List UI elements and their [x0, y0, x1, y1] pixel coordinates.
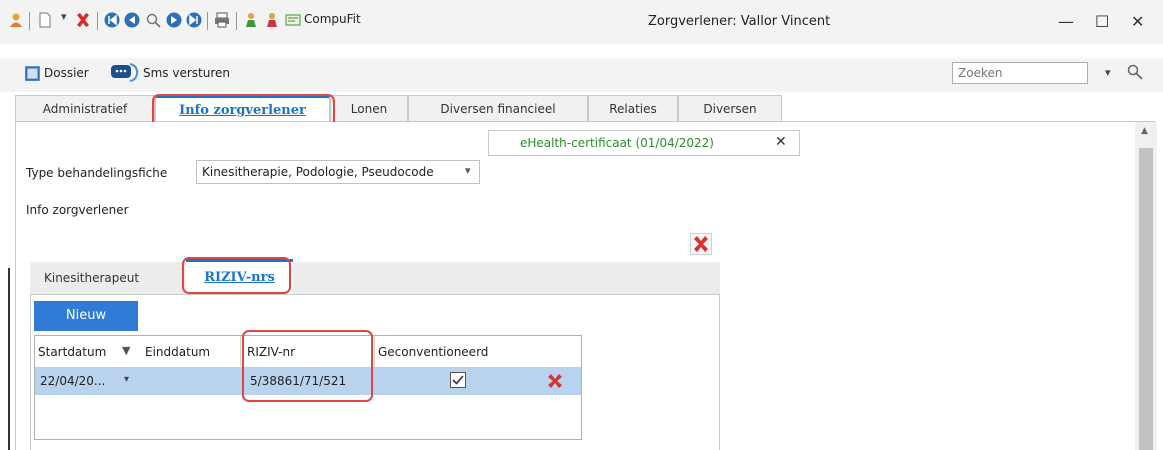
tab-administratief[interactable]: Administratief: [15, 95, 155, 121]
print-icon[interactable]: [214, 12, 230, 28]
first-record-icon[interactable]: [104, 12, 120, 28]
tab-diversen[interactable]: Diversen: [678, 95, 782, 121]
nieuw-button[interactable]: Nieuw: [34, 301, 138, 331]
compufit-label[interactable]: CompuFit: [304, 12, 361, 26]
ehealth-certificate-label[interactable]: eHealth-certificaat (01/04/2022): [520, 136, 714, 150]
scrollbar-thumb[interactable]: [1139, 148, 1153, 450]
search-input[interactable]: [952, 62, 1088, 84]
search-record-icon[interactable]: [145, 12, 161, 28]
highlight-box-riziv-tab: [182, 257, 291, 294]
delete-icon[interactable]: [75, 12, 91, 28]
ehealth-close-icon[interactable]: ✕: [775, 134, 787, 150]
sms-versturen-button[interactable]: Sms versturen: [143, 66, 230, 80]
tab-diversen-financieel[interactable]: Diversen financieel: [408, 95, 588, 121]
user-icon[interactable]: [8, 12, 24, 28]
minimize-button[interactable]: —: [1058, 12, 1074, 31]
tab-kinesitherapeut[interactable]: Kinesitherapeut: [44, 262, 139, 294]
delete-x-icon[interactable]: [690, 233, 712, 255]
toolbar-separator: [207, 12, 208, 30]
compufit-icon[interactable]: [285, 12, 301, 28]
previous-record-icon[interactable]: [124, 12, 140, 28]
type-behandelingsfiche-label: Type behandelingsfiche: [26, 166, 168, 180]
search-dropdown-chevron-icon[interactable]: ▾: [1105, 66, 1111, 79]
chevron-down-icon[interactable]: ▾: [61, 10, 67, 23]
last-record-icon[interactable]: [186, 12, 202, 28]
toolbar-separator: [97, 12, 98, 30]
toolbar-separator: [29, 12, 30, 30]
person-red-icon[interactable]: [264, 12, 280, 28]
title-bar: ▾ CompuFit Zorgverlener: Vallor Vincent …: [0, 0, 1163, 44]
tab-lonen[interactable]: Lonen: [330, 95, 408, 121]
close-window-button[interactable]: ✕: [1131, 12, 1144, 31]
type-behandelingsfiche-select[interactable]: Kinesitherapie, Podologie, Pseudocode ▾: [196, 160, 480, 184]
info-zorgverlener-label: Info zorgverlener: [26, 203, 129, 217]
dossier-button[interactable]: Dossier: [44, 66, 89, 80]
maximize-button[interactable]: ☐: [1095, 12, 1109, 31]
toolbar-separator: [236, 12, 237, 30]
chevron-down-icon[interactable]: ▾: [465, 164, 471, 177]
highlight-box-riziv-nr: [242, 330, 373, 402]
dossier-icon[interactable]: [24, 64, 42, 82]
tab-relaties[interactable]: Relaties: [588, 95, 678, 121]
next-record-icon[interactable]: [166, 12, 182, 28]
window-title: Zorgverlener: Vallor Vincent: [648, 14, 831, 29]
left-edge-line: [8, 268, 10, 450]
search-icon[interactable]: [1127, 64, 1143, 80]
sms-icon[interactable]: [110, 60, 140, 84]
person-green-icon[interactable]: [243, 12, 259, 28]
type-behandelingsfiche-value: Kinesitherapie, Podologie, Pseudocode: [202, 165, 434, 179]
new-document-icon[interactable]: [37, 12, 53, 28]
scroll-up-icon[interactable]: ▲: [1141, 126, 1148, 136]
